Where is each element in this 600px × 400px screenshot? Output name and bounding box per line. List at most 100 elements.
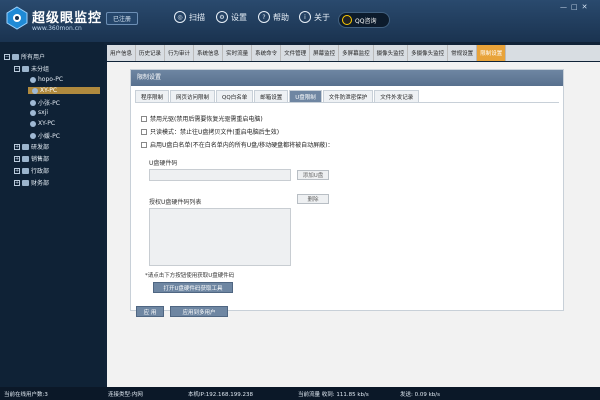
folder-icon: [22, 167, 29, 174]
local-ip: 本机IP:192.168.199.238: [188, 392, 254, 398]
tree-user[interactable]: sxji: [30, 109, 48, 116]
option-readonly[interactable]: 只读模式：禁止往U盘拷贝文件(重启电脑后生效): [141, 127, 279, 136]
option-label: 禁用光驱(禁用后需要恢复光驱需重启电脑): [150, 116, 263, 123]
brand-name: 超级眼监控: [32, 11, 103, 26]
tab-multi-screen[interactable]: 多屏幕监控: [339, 45, 374, 61]
folder-icon: [22, 179, 29, 186]
info-icon: i: [299, 11, 311, 23]
usb-code-note: *请点击下方按钮使用获取U盘硬件码: [145, 273, 235, 279]
sub-tab-bar: 程序限制 网页访问限制 QQ白名单 邮箱设置 U盘限制 文件防泄密保护 文件外发…: [135, 90, 559, 103]
expand-icon[interactable]: +: [14, 167, 20, 174]
folder-icon: [22, 143, 29, 150]
checkbox[interactable]: [141, 115, 147, 122]
main-content: 限制设置 程序限制 网页访问限制 QQ白名单 邮箱设置 U盘限制 文件防泄密保护…: [107, 62, 600, 387]
tree-dept[interactable]: + 财务部: [14, 178, 49, 187]
collapse-icon[interactable]: −: [4, 53, 10, 60]
tab-screen-monitor[interactable]: 屏幕监控: [310, 45, 340, 61]
tree-dept-label: 行政部: [31, 168, 50, 175]
tab-multi-camera[interactable]: 多摄像头监控: [408, 45, 449, 61]
user-tree: − 所有用户 − 未分组 hopo-PC XY-PC 小张-PC sxji XY…: [0, 42, 104, 387]
status-bar: 当前在线用户数:3 连接类型:内网 本机IP:192.168.199.238 当…: [0, 387, 600, 400]
option-usb-whitelist[interactable]: 启用U盘白名单(不在白名单内的所有U盘/移动硬盘都将被自动屏蔽)：: [141, 140, 334, 149]
auth-list-label: 授权U盘硬件码列表: [149, 199, 202, 206]
logo-icon: [6, 6, 28, 30]
folder-icon: [12, 53, 19, 60]
subtab-mail[interactable]: 邮箱设置: [254, 90, 289, 102]
nav-about-label: 关于: [314, 12, 330, 22]
tab-history[interactable]: 历史记录: [136, 45, 166, 61]
nav-about[interactable]: i 关于: [299, 11, 330, 23]
delete-button[interactable]: 删除: [297, 194, 329, 204]
tree-dept[interactable]: + 销售部: [14, 154, 49, 163]
nav-scan[interactable]: ◎ 扫描: [174, 11, 205, 23]
help-icon: ?: [258, 11, 270, 23]
folder-icon: [22, 65, 29, 72]
expand-icon[interactable]: +: [14, 155, 20, 162]
tab-general-settings[interactable]: 常规设置: [448, 45, 478, 61]
open-usb-tool-button[interactable]: 打开U盘硬件码获取工具: [153, 282, 233, 293]
add-usb-button[interactable]: 添加U盘: [297, 170, 329, 180]
tab-restriction-settings[interactable]: 限制设置: [477, 45, 507, 61]
tree-dept-label: 财务部: [31, 180, 50, 187]
tree-user[interactable]: 小张-PC: [30, 98, 60, 107]
registered-badge[interactable]: 已注册: [106, 12, 139, 25]
nav-settings[interactable]: ⚙ 设置: [216, 11, 247, 23]
window-controls: — □ ✕: [560, 3, 588, 11]
traffic-received: 当前流量 收到: 111.85 kb/s: [298, 392, 369, 398]
tree-dept-label: 销售部: [31, 156, 50, 163]
apply-multi-user-button[interactable]: 应用到多用户: [170, 306, 228, 317]
tree-dept[interactable]: + 行政部: [14, 166, 49, 175]
tree-user[interactable]: XY-PC: [30, 120, 55, 127]
subtab-file-send-log[interactable]: 文件外发记录: [374, 90, 420, 102]
tree-user[interactable]: hopo-PC: [30, 76, 63, 83]
maximize-icon[interactable]: □: [571, 3, 578, 11]
tree-user-label: XY-PC: [40, 87, 58, 94]
tab-system-command[interactable]: 系统命令: [252, 45, 282, 61]
tree-dept-label: 研发部: [31, 144, 50, 151]
tab-user-info[interactable]: 用户信息: [107, 45, 137, 61]
usb-code-input[interactable]: [149, 169, 291, 181]
subtab-usb[interactable]: U盘限制: [289, 90, 322, 102]
collapse-icon[interactable]: −: [14, 65, 20, 72]
tree-group-unassigned[interactable]: − 未分组: [14, 64, 49, 73]
tab-system-info[interactable]: 系统信息: [194, 45, 224, 61]
tree-user-label: 小媛-PC: [38, 133, 60, 140]
app-header: 超级眼监控 www.360mon.cn 已注册 ◎ 扫描 ⚙ 设置 ? 帮助 i…: [0, 0, 600, 42]
auth-usb-list[interactable]: [149, 208, 291, 266]
checkbox[interactable]: [141, 128, 147, 135]
tab-audit[interactable]: 行为审计: [165, 45, 195, 61]
option-disable-cdrom[interactable]: 禁用光驱(禁用后需要恢复光驱需重启电脑): [141, 114, 263, 123]
minimize-icon[interactable]: —: [560, 3, 567, 11]
nav-settings-label: 设置: [231, 12, 247, 22]
tree-group-label: 未分组: [31, 66, 50, 73]
main-tab-bar: 用户信息 历史记录 行为审计 系统信息 实时流量 系统命令 文件管理 屏幕监控 …: [107, 45, 600, 61]
checkbox[interactable]: [141, 141, 147, 148]
qq-consult-label: QQ咨询: [355, 17, 377, 25]
tab-camera[interactable]: 摄像头监控: [374, 45, 409, 61]
subtab-program[interactable]: 程序限制: [135, 90, 170, 102]
user-icon: [30, 132, 36, 139]
qq-icon: [342, 15, 352, 25]
tree-user-label: hopo-PC: [38, 76, 64, 83]
tree-user-label: 小张-PC: [38, 100, 60, 107]
qq-consult-button[interactable]: QQ咨询: [338, 12, 390, 28]
user-icon: [30, 120, 36, 127]
tree-user-selected[interactable]: XY-PC: [28, 87, 100, 94]
scan-icon: ◎: [174, 11, 186, 23]
folder-icon: [22, 155, 29, 162]
apply-button[interactable]: 应 用: [136, 306, 164, 317]
tree-root[interactable]: − 所有用户: [4, 52, 45, 61]
subtab-web[interactable]: 网页访问限制: [170, 90, 216, 102]
tree-dept[interactable]: + 研发部: [14, 142, 49, 151]
expand-icon[interactable]: +: [14, 143, 20, 150]
close-icon[interactable]: ✕: [582, 3, 588, 11]
nav-help[interactable]: ? 帮助: [258, 11, 289, 23]
subtab-file-protect[interactable]: 文件防泄密保护: [322, 90, 374, 102]
nav-scan-label: 扫描: [189, 12, 205, 22]
tree-user[interactable]: 小媛-PC: [30, 131, 60, 140]
tab-traffic[interactable]: 实时流量: [223, 45, 253, 61]
tab-file-manager[interactable]: 文件管理: [281, 45, 311, 61]
expand-icon[interactable]: +: [14, 179, 20, 186]
subtab-qq-whitelist[interactable]: QQ白名单: [216, 90, 254, 102]
user-icon: [30, 99, 36, 106]
